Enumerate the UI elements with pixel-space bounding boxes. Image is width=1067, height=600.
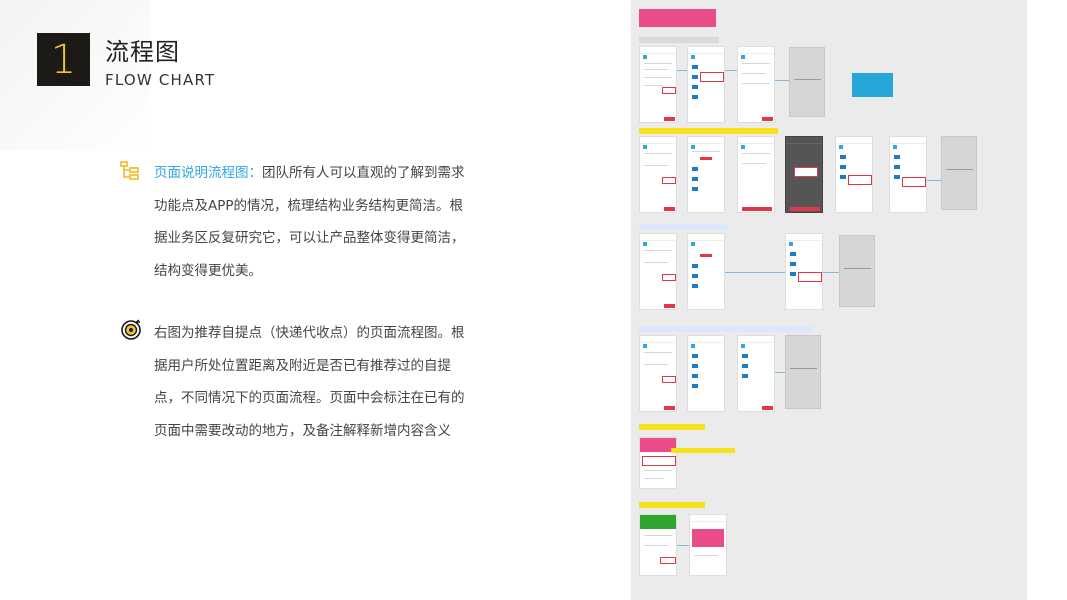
page-title: 流程图 [105, 38, 180, 66]
step-label-5 [639, 424, 705, 430]
step-label-3 [639, 224, 728, 230]
flow-note [785, 335, 821, 409]
flow-screen [639, 233, 677, 310]
flow-screen [687, 335, 725, 412]
section-number-badge: 1 [37, 33, 90, 86]
section1-text: 页面说明流程图：团队所有人可以直观的了解到需求功能点及APP的情况，梳理结构业务… [154, 157, 466, 287]
flow-screen [785, 136, 823, 213]
section-number: 1 [50, 36, 77, 83]
section1-body: 团队所有人可以直观的了解到需求功能点及APP的情况，梳理结构业务结构更简洁。根据… [154, 165, 465, 279]
flow-screen [639, 136, 677, 213]
flowchart-preview [631, 0, 1027, 600]
flow-screen [687, 233, 725, 310]
flow-screen [737, 335, 775, 412]
flowchart-banner [639, 9, 716, 27]
flow-screen [889, 136, 927, 213]
flowchart-icon [120, 159, 142, 181]
flow-note [839, 235, 875, 307]
flow-screen [639, 514, 677, 576]
step-label-4 [639, 326, 813, 332]
flow-screen [737, 46, 775, 123]
flow-screen [687, 136, 725, 213]
flow-screen [687, 46, 725, 123]
page-subtitle: FLOW CHART [105, 71, 216, 89]
section-pickup-flow-description: 右图为推荐自提点（快递代收点）的页面流程图。根据用户所处位置距离及附近是否已有推… [120, 317, 465, 477]
step-label-6 [639, 502, 705, 508]
flow-screen [835, 136, 873, 213]
flow-screen [639, 335, 677, 412]
step-note [671, 448, 735, 453]
step-label-2 [639, 128, 778, 134]
target-icon [120, 319, 142, 341]
section-flowchart-description: 页面说明流程图：团队所有人可以直观的了解到需求功能点及APP的情况，梳理结构业务… [120, 157, 465, 287]
flow-screen [639, 437, 677, 489]
flow-note [941, 136, 977, 210]
step-label-1 [639, 37, 719, 43]
flow-screen [737, 136, 775, 213]
flow-annotation [852, 73, 893, 97]
section2-text: 右图为推荐自提点（快递代收点）的页面流程图。根据用户所处位置距离及附近是否已有推… [154, 325, 465, 439]
flow-screen [639, 46, 677, 123]
flow-screen [785, 233, 823, 310]
flow-note [789, 47, 825, 117]
flow-screen [689, 514, 727, 576]
section1-highlight: 页面说明流程图： [154, 165, 262, 181]
